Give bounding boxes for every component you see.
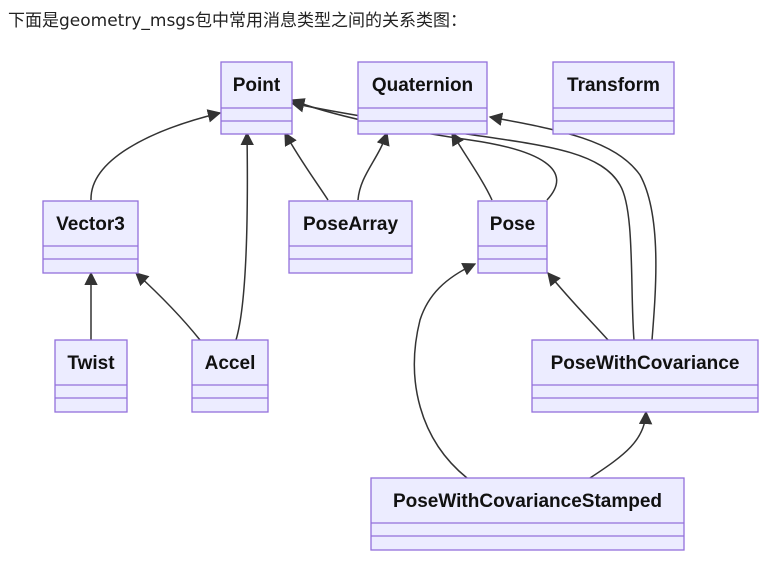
class-quaternion: Quaternion (357, 61, 488, 135)
class-transform-name: Transform (567, 75, 660, 96)
class-posearray: PoseArray (288, 200, 413, 274)
edge-stamped-pose (413, 263, 477, 479)
class-twist-name: Twist (67, 353, 115, 374)
class-diagram: Point Quaternion Transform Vector3 PoseA… (42, 61, 759, 551)
class-vector3-name: Vector3 (56, 214, 125, 235)
class-posewithcovariancestamped: PoseWithCovarianceStamped (370, 477, 685, 551)
edge-posearray-quaternion (357, 131, 390, 201)
class-point: Point (220, 61, 293, 135)
class-posewithcovariancestamped-name: PoseWithCovarianceStamped (393, 491, 662, 512)
edge-posewithcov-pose (547, 271, 609, 341)
edge-stamped-posewithcov (589, 410, 653, 479)
edge-accel-point (235, 131, 254, 341)
class-pose-name: Pose (490, 214, 535, 235)
class-accel-name: Accel (205, 353, 256, 374)
class-quaternion-name: Quaternion (372, 75, 473, 96)
class-point-name: Point (233, 75, 281, 96)
class-transform: Transform (552, 61, 675, 135)
class-vector3: Vector3 (42, 200, 139, 274)
edge-posearray-point (284, 131, 329, 201)
class-accel: Accel (191, 339, 269, 413)
class-posearray-name: PoseArray (303, 214, 398, 235)
class-twist: Twist (54, 339, 128, 413)
edge-vector3-point (90, 109, 222, 201)
class-posewithcovariance-name: PoseWithCovariance (551, 353, 740, 374)
edge-accel-vector3 (135, 272, 201, 341)
class-pose: Pose (477, 200, 548, 274)
class-posewithcovariance: PoseWithCovariance (531, 339, 759, 413)
